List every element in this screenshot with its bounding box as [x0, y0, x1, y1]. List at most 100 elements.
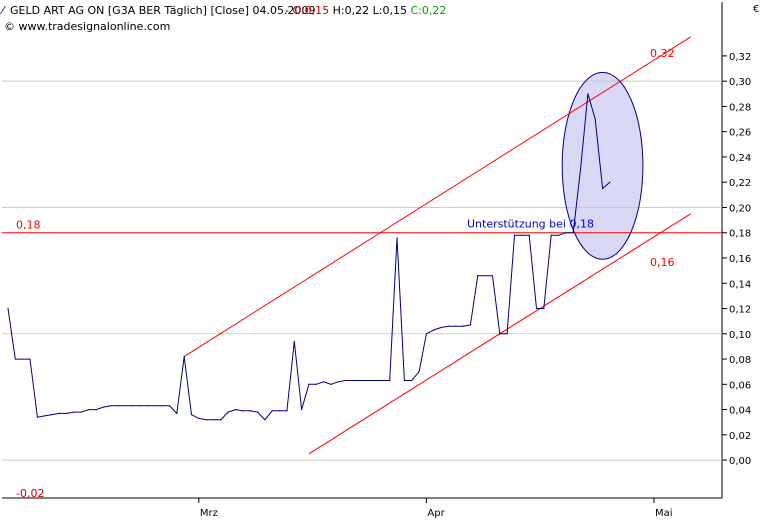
data-point — [418, 371, 420, 373]
data-point — [389, 379, 391, 382]
data-point — [352, 379, 354, 382]
y-tick-label: 0,16 — [729, 254, 751, 265]
data-point — [381, 379, 383, 382]
data-point — [557, 234, 560, 236]
copyright-text: © www.tradesignalonline.com — [4, 20, 170, 33]
data-point — [396, 237, 398, 239]
data-point — [286, 410, 288, 412]
data-point — [264, 419, 266, 421]
price-line — [7, 93, 611, 421]
y-tick-label: 0,08 — [729, 355, 751, 366]
data-point — [44, 415, 46, 417]
data-point — [220, 419, 222, 421]
ohlc-o: O:0,15 — [292, 4, 332, 17]
data-point — [330, 383, 332, 385]
y-tick-label: 0,00 — [729, 456, 751, 467]
data-point — [124, 405, 127, 407]
x-tick-label: Mrz — [200, 508, 218, 519]
upper-trend-line-label: 0,32 — [650, 47, 675, 60]
chart-header: ⁄ GELD ART AG ON [G3A BER Täglich] [Clos… — [0, 4, 446, 33]
data-point — [425, 333, 427, 335]
data-point — [51, 414, 53, 416]
data-point — [14, 358, 16, 360]
data-point — [227, 411, 229, 413]
data-point — [374, 379, 376, 382]
data-point — [411, 379, 413, 382]
data-point — [66, 412, 68, 414]
ohlc-h: H:0,22 — [333, 4, 373, 17]
data-point — [455, 325, 457, 327]
y-tick-label: 0,26 — [729, 128, 751, 139]
y-tick-label: 0,28 — [729, 102, 751, 113]
data-point — [234, 408, 237, 411]
data-point — [176, 412, 178, 414]
instrument-title: GELD ART AG ON [G3A BER Täglich] [Close]… — [10, 4, 315, 17]
data-point — [521, 234, 523, 236]
data-point — [212, 419, 215, 421]
y-tick-label: 0,06 — [729, 380, 751, 391]
data-point — [543, 307, 545, 310]
data-point — [513, 234, 516, 236]
data-point — [484, 275, 486, 277]
data-point — [132, 405, 134, 407]
y-tick-label: 0,22 — [729, 178, 751, 189]
data-point — [308, 383, 310, 385]
data-point — [242, 410, 244, 412]
chart-overlays — [2, 36, 722, 455]
y-tick-label: 0,04 — [729, 406, 751, 417]
data-point — [579, 168, 582, 171]
data-point — [499, 333, 501, 335]
data-point — [183, 355, 185, 358]
data-point — [29, 358, 31, 360]
y-tick-label: 0,20 — [729, 203, 751, 214]
currency-label: € — [753, 4, 759, 15]
data-point — [161, 405, 163, 407]
data-point — [345, 379, 347, 382]
data-point — [146, 405, 149, 407]
data-point — [433, 329, 435, 331]
highlight-ellipse — [561, 71, 644, 260]
data-point — [80, 411, 83, 413]
y-tick-label: 0,18 — [729, 229, 751, 240]
y-tick-label: 0,24 — [729, 153, 751, 164]
data-point — [58, 412, 60, 414]
data-point — [506, 333, 508, 335]
y-tick-label: 0,14 — [729, 279, 751, 290]
y-tick-label: 0,02 — [729, 431, 751, 442]
x-tick-label: Mai — [655, 508, 673, 519]
data-point — [565, 232, 567, 234]
data-point — [110, 405, 112, 407]
x-axis-ticks: Mrz Apr Mai — [198, 498, 673, 519]
data-point — [440, 326, 442, 329]
support-line-label: 0,18 — [16, 219, 41, 232]
data-point — [95, 408, 97, 411]
data-point — [256, 411, 259, 413]
data-point — [601, 187, 604, 190]
data-point — [117, 405, 119, 407]
x-tick-label: Apr — [427, 508, 445, 519]
data-point — [36, 416, 38, 418]
data-point — [323, 381, 325, 383]
data-point — [359, 379, 361, 382]
data-point — [73, 411, 75, 413]
data-point — [205, 419, 207, 421]
negative-value-label: -0,02 — [16, 487, 44, 500]
data-point — [315, 383, 317, 385]
data-point — [367, 379, 369, 382]
data-point — [249, 410, 251, 412]
data-point — [550, 234, 552, 236]
data-point — [102, 406, 105, 408]
price-series — [7, 93, 611, 421]
data-point — [572, 232, 574, 234]
data-point — [403, 379, 405, 382]
data-point — [528, 234, 530, 236]
y-tick-label: 0,12 — [729, 305, 751, 316]
data-point — [587, 93, 589, 95]
price-chart: ⁄ GELD ART AG ON [G3A BER Täglich] [Clos… — [0, 2, 759, 519]
data-point — [293, 340, 295, 342]
data-point — [22, 358, 24, 360]
ohlc-l: L:0,15 — [373, 4, 411, 17]
data-point — [535, 307, 538, 310]
line-chart-icon: ⁄ — [0, 4, 6, 17]
y-tick-label: 0,32 — [729, 52, 751, 63]
